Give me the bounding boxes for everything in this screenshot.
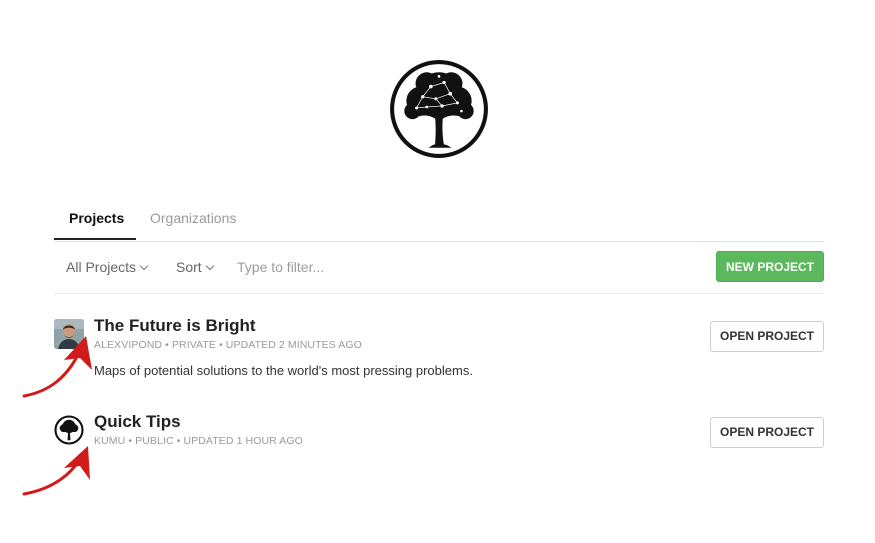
sort-dropdown[interactable]: Sort (176, 259, 214, 275)
filter-input[interactable] (237, 255, 437, 279)
tree-logo-icon (390, 60, 488, 158)
red-arrow-icon (22, 446, 90, 496)
chevron-down-icon (205, 261, 214, 271)
project-title[interactable]: Quick Tips (94, 412, 181, 432)
all-projects-label: All Projects (66, 259, 137, 275)
tab-organizations[interactable]: Organizations (150, 210, 236, 226)
active-tab-indicator (54, 238, 136, 240)
tabs-bar: Projects Organizations (54, 200, 824, 242)
tab-projects[interactable]: Projects (69, 210, 124, 226)
project-toolbar: All Projects Sort NEW PROJECT (54, 241, 824, 294)
sort-label: Sort (176, 259, 202, 275)
red-arrow-icon (22, 336, 92, 398)
kumu-tree-avatar[interactable] (54, 415, 84, 445)
project-description: Maps of potential solutions to the world… (94, 363, 473, 378)
project-title[interactable]: The Future is Bright (94, 316, 256, 336)
all-projects-dropdown[interactable]: All Projects (66, 259, 149, 275)
project-item: Quick Tips KUMU • PUBLIC • UPDATED 1 HOU… (54, 412, 824, 454)
project-item: The Future is Bright ALEXVIPOND • PRIVAT… (54, 316, 824, 380)
project-meta: ALEXVIPOND • PRIVATE • UPDATED 2 MINUTES… (94, 339, 362, 351)
open-project-button[interactable]: OPEN PROJECT (710, 321, 824, 352)
project-meta: KUMU • PUBLIC • UPDATED 1 HOUR AGO (94, 435, 303, 447)
open-project-button[interactable]: OPEN PROJECT (710, 417, 824, 448)
tree-logo-icon (54, 415, 84, 445)
chevron-down-icon (139, 261, 149, 271)
new-project-button[interactable]: NEW PROJECT (716, 251, 824, 282)
